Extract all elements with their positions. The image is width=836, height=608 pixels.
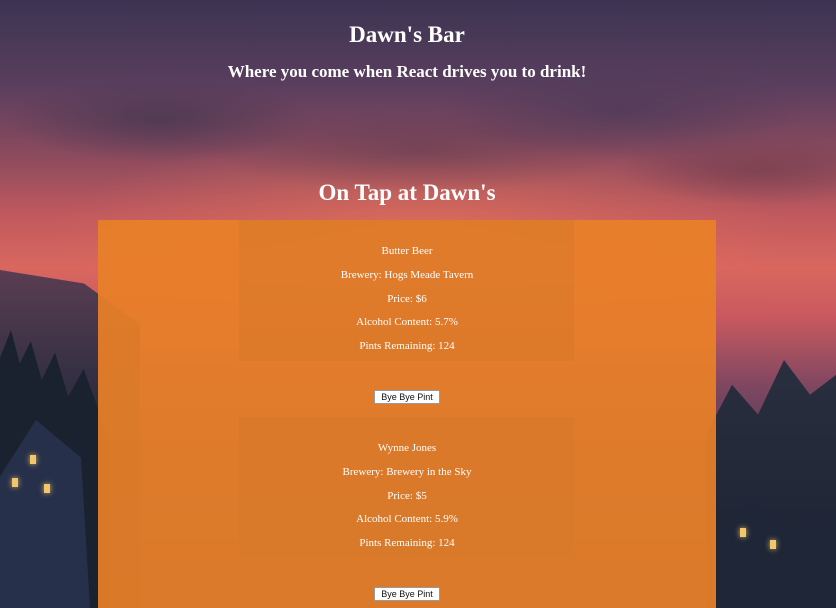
keg-pints-remaining: Pints Remaining: 124 — [359, 340, 455, 352]
house-window — [30, 455, 36, 464]
tap-list-heading: On Tap at Dawn's — [318, 180, 496, 205]
keg-brewery: Brewery: Brewery in the Sky — [342, 466, 472, 478]
keg-price: Price: $6 — [387, 293, 427, 305]
keg-alcohol-content: Alcohol Content: 5.7% — [356, 316, 458, 328]
keg-name: Butter Beer — [381, 245, 433, 257]
keg-brewery: Brewery: Hogs Meade Tavern — [340, 269, 474, 281]
house-window — [44, 484, 50, 493]
site-title: Dawn's Bar — [349, 22, 465, 47]
house-window — [12, 478, 18, 487]
keg-name: Wynne Jones — [377, 442, 437, 454]
site-tagline: Where you come when React drives you to … — [227, 62, 587, 81]
bye-bye-pint-button[interactable]: Bye Bye Pint — [374, 390, 440, 404]
house-window — [740, 528, 746, 537]
keg-item: Wynne Jones Brewery: Brewery in the Sky … — [98, 417, 716, 606]
keg-item: Butter Beer Brewery: Hogs Meade Tavern P… — [98, 220, 716, 409]
bye-bye-pint-button[interactable]: Bye Bye Pint — [374, 587, 440, 601]
keg-alcohol-content: Alcohol Content: 5.9% — [356, 513, 458, 525]
keg-price: Price: $5 — [387, 490, 427, 502]
keg-pints-remaining: Pints Remaining: 124 — [359, 537, 455, 549]
tap-list-panel: Butter Beer Brewery: Hogs Meade Tavern P… — [98, 220, 716, 608]
house-window — [770, 540, 776, 549]
